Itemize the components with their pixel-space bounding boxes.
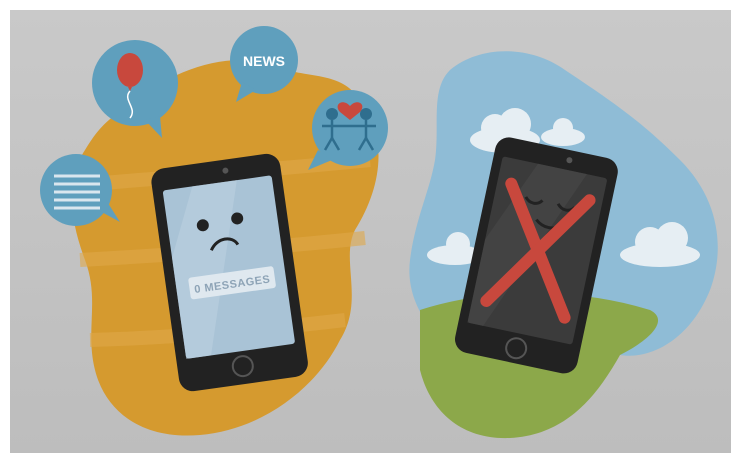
illustration-frame: NEWS 0 MESSAGES	[10, 10, 731, 453]
right-scene	[409, 51, 718, 439]
news-label: NEWS	[243, 53, 285, 69]
illustration-svg: NEWS 0 MESSAGES	[40, 26, 718, 439]
left-scene: NEWS 0 MESSAGES	[40, 26, 388, 436]
